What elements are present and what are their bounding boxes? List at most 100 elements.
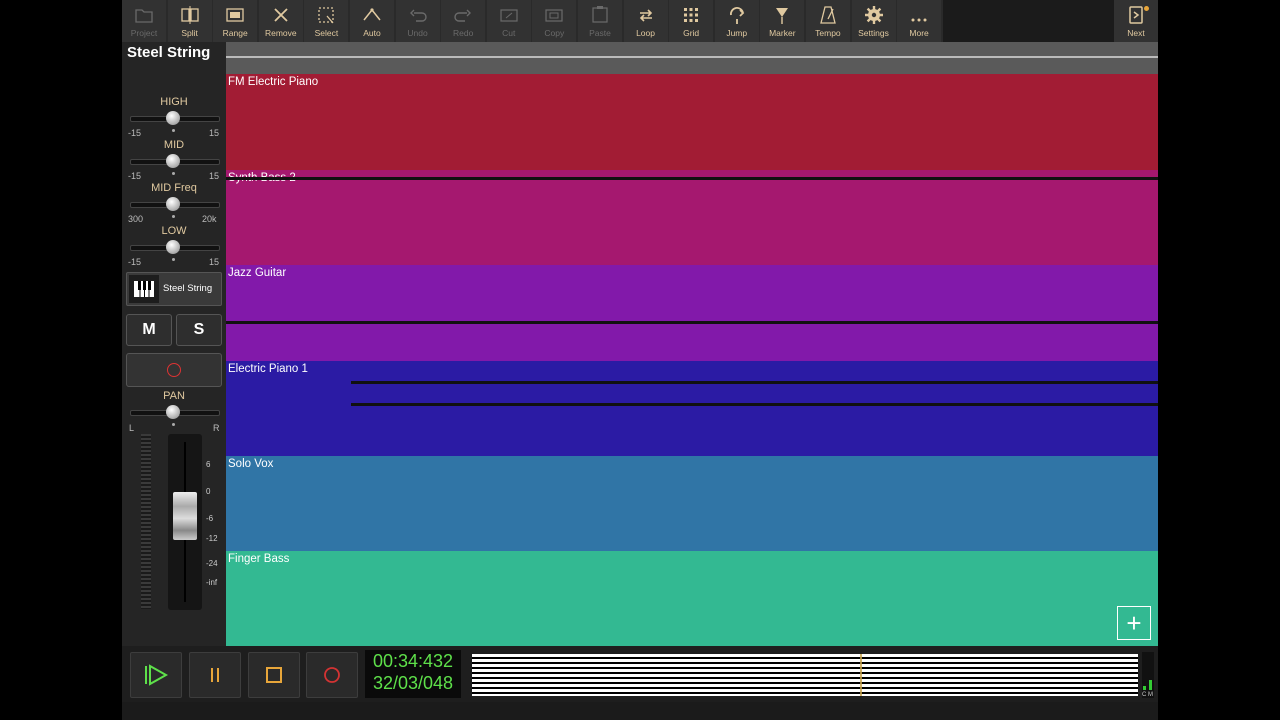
midi-note[interactable] [226, 321, 1158, 324]
record-icon [324, 667, 340, 683]
eq-mid-knob[interactable] [166, 154, 180, 168]
more-icon [911, 18, 927, 22]
range-button[interactable]: Range [213, 0, 258, 42]
eq-midfreq-knob[interactable] [166, 197, 180, 211]
meter-bar-right [1149, 680, 1152, 690]
undo-button[interactable]: Undo [395, 0, 440, 42]
eq-low-max: 15 [209, 257, 220, 267]
track-name: Electric Piano 1 [228, 363, 308, 375]
undo-label: Undo [407, 28, 428, 38]
track-region[interactable]: Finger Bass [226, 551, 1158, 646]
cut-button[interactable]: Cut [486, 0, 531, 42]
marker-icon [776, 8, 789, 24]
loop-icon [639, 9, 652, 22]
eq-mid-max: 15 [209, 171, 220, 181]
play-button[interactable] [130, 652, 182, 698]
track-name: FM Electric Piano [228, 76, 319, 88]
mute-button[interactable]: M [126, 314, 172, 346]
fader-scale-label: -6 [206, 514, 214, 523]
settings-button[interactable]: Settings [851, 0, 896, 42]
track-region[interactable]: Jazz Guitar [226, 265, 1158, 361]
center-tick [172, 215, 175, 218]
add-track-button[interactable]: + [1117, 606, 1151, 640]
channel-strip: Steel String HIGH -15 15 MID -15 15 MID … [122, 42, 226, 675]
pause-button[interactable] [189, 652, 241, 698]
midi-note[interactable] [351, 381, 1158, 384]
select-button[interactable]: Select [304, 0, 349, 42]
fader-scale-label: -24 [206, 559, 218, 568]
song-overview[interactable] [472, 654, 1138, 696]
cut-label: Cut [502, 28, 516, 38]
center-tick [172, 423, 175, 426]
copy-button[interactable]: Copy [532, 0, 577, 42]
automation-icon [363, 8, 381, 21]
instrument-selector[interactable]: Steel String [126, 272, 222, 306]
track-title: Steel String [127, 44, 211, 61]
stop-button[interactable] [248, 652, 300, 698]
track-region[interactable]: Electric Piano 1 [226, 361, 1158, 456]
jump-button[interactable]: Jump [714, 0, 759, 42]
remove-button[interactable]: Remove [258, 0, 303, 42]
eq-low-knob[interactable] [166, 240, 180, 254]
next-button[interactable]: Next [1114, 0, 1158, 42]
loop-label: Loop [636, 28, 655, 38]
marker-button[interactable]: Marker [760, 0, 805, 42]
ruler-line [226, 56, 1158, 58]
volume-fader[interactable] [168, 434, 202, 610]
grid-button[interactable]: Grid [669, 0, 714, 42]
undo-icon [409, 9, 427, 22]
range-icon [226, 8, 244, 22]
redo-icon [454, 9, 472, 22]
redo-button[interactable]: Redo [441, 0, 486, 42]
jump-icon [729, 7, 744, 24]
transport-bar: 00:34:432 32/03/048 C M [122, 646, 1158, 702]
volume-fader-area: 6 0 -6 -12 -24 -inf [126, 434, 222, 614]
gear-icon [864, 6, 883, 24]
record-arm-button[interactable] [126, 353, 222, 387]
paste-icon [592, 6, 608, 23]
tempo-button[interactable]: Tempo [805, 0, 850, 42]
eq-high-max: 15 [209, 128, 220, 138]
overview-playhead[interactable] [860, 654, 862, 696]
loop-button[interactable]: Loop [623, 0, 668, 42]
folder-icon [135, 9, 153, 23]
pan-knob[interactable] [166, 405, 180, 419]
marker-label: Marker [769, 28, 796, 38]
meter-label-c: C [1142, 692, 1147, 698]
split-button[interactable]: Split [167, 0, 212, 42]
midi-note[interactable] [226, 177, 1158, 180]
time-counter[interactable]: 00:34:432 32/03/048 [365, 650, 461, 698]
stop-icon [266, 667, 282, 683]
pan-label: PAN [163, 390, 185, 402]
track-region[interactable]: Solo Vox [226, 456, 1158, 551]
auto-button[interactable]: Auto [349, 0, 394, 42]
solo-button[interactable]: S [176, 314, 222, 346]
next-label: Next [1127, 28, 1145, 38]
paste-button[interactable]: Paste [577, 0, 622, 42]
eq-high-knob[interactable] [166, 111, 180, 125]
pause-icon [211, 668, 219, 682]
timeline-ruler[interactable] [226, 42, 1158, 74]
keyboard-icon [129, 275, 159, 303]
fader-cap[interactable] [173, 492, 197, 540]
track-region[interactable]: Synth Bass 2 [226, 170, 1158, 265]
midi-note[interactable] [351, 403, 1158, 406]
record-button[interactable] [306, 652, 358, 698]
eq-mid-min: -15 [128, 171, 142, 181]
eq-midfreq-min: 300 [128, 214, 144, 224]
eq-midfreq-max: 20k [202, 214, 217, 224]
eq-mid-label: MID [163, 139, 185, 151]
project-button[interactable]: Project [122, 0, 166, 42]
settings-label: Settings [858, 28, 889, 38]
project-label: Project [130, 28, 158, 38]
more-button[interactable]: More [897, 0, 942, 42]
remove-label: Remove [264, 28, 297, 38]
pan-right: R [213, 423, 220, 433]
eq-high-label: HIGH [160, 96, 188, 108]
notification-dot [1144, 6, 1149, 11]
fader-scale-label: -12 [206, 534, 218, 543]
split-icon [180, 6, 199, 24]
track-name: Solo Vox [228, 458, 274, 470]
metronome-icon [820, 6, 836, 24]
track-region[interactable]: FM Electric Piano [226, 74, 1158, 170]
